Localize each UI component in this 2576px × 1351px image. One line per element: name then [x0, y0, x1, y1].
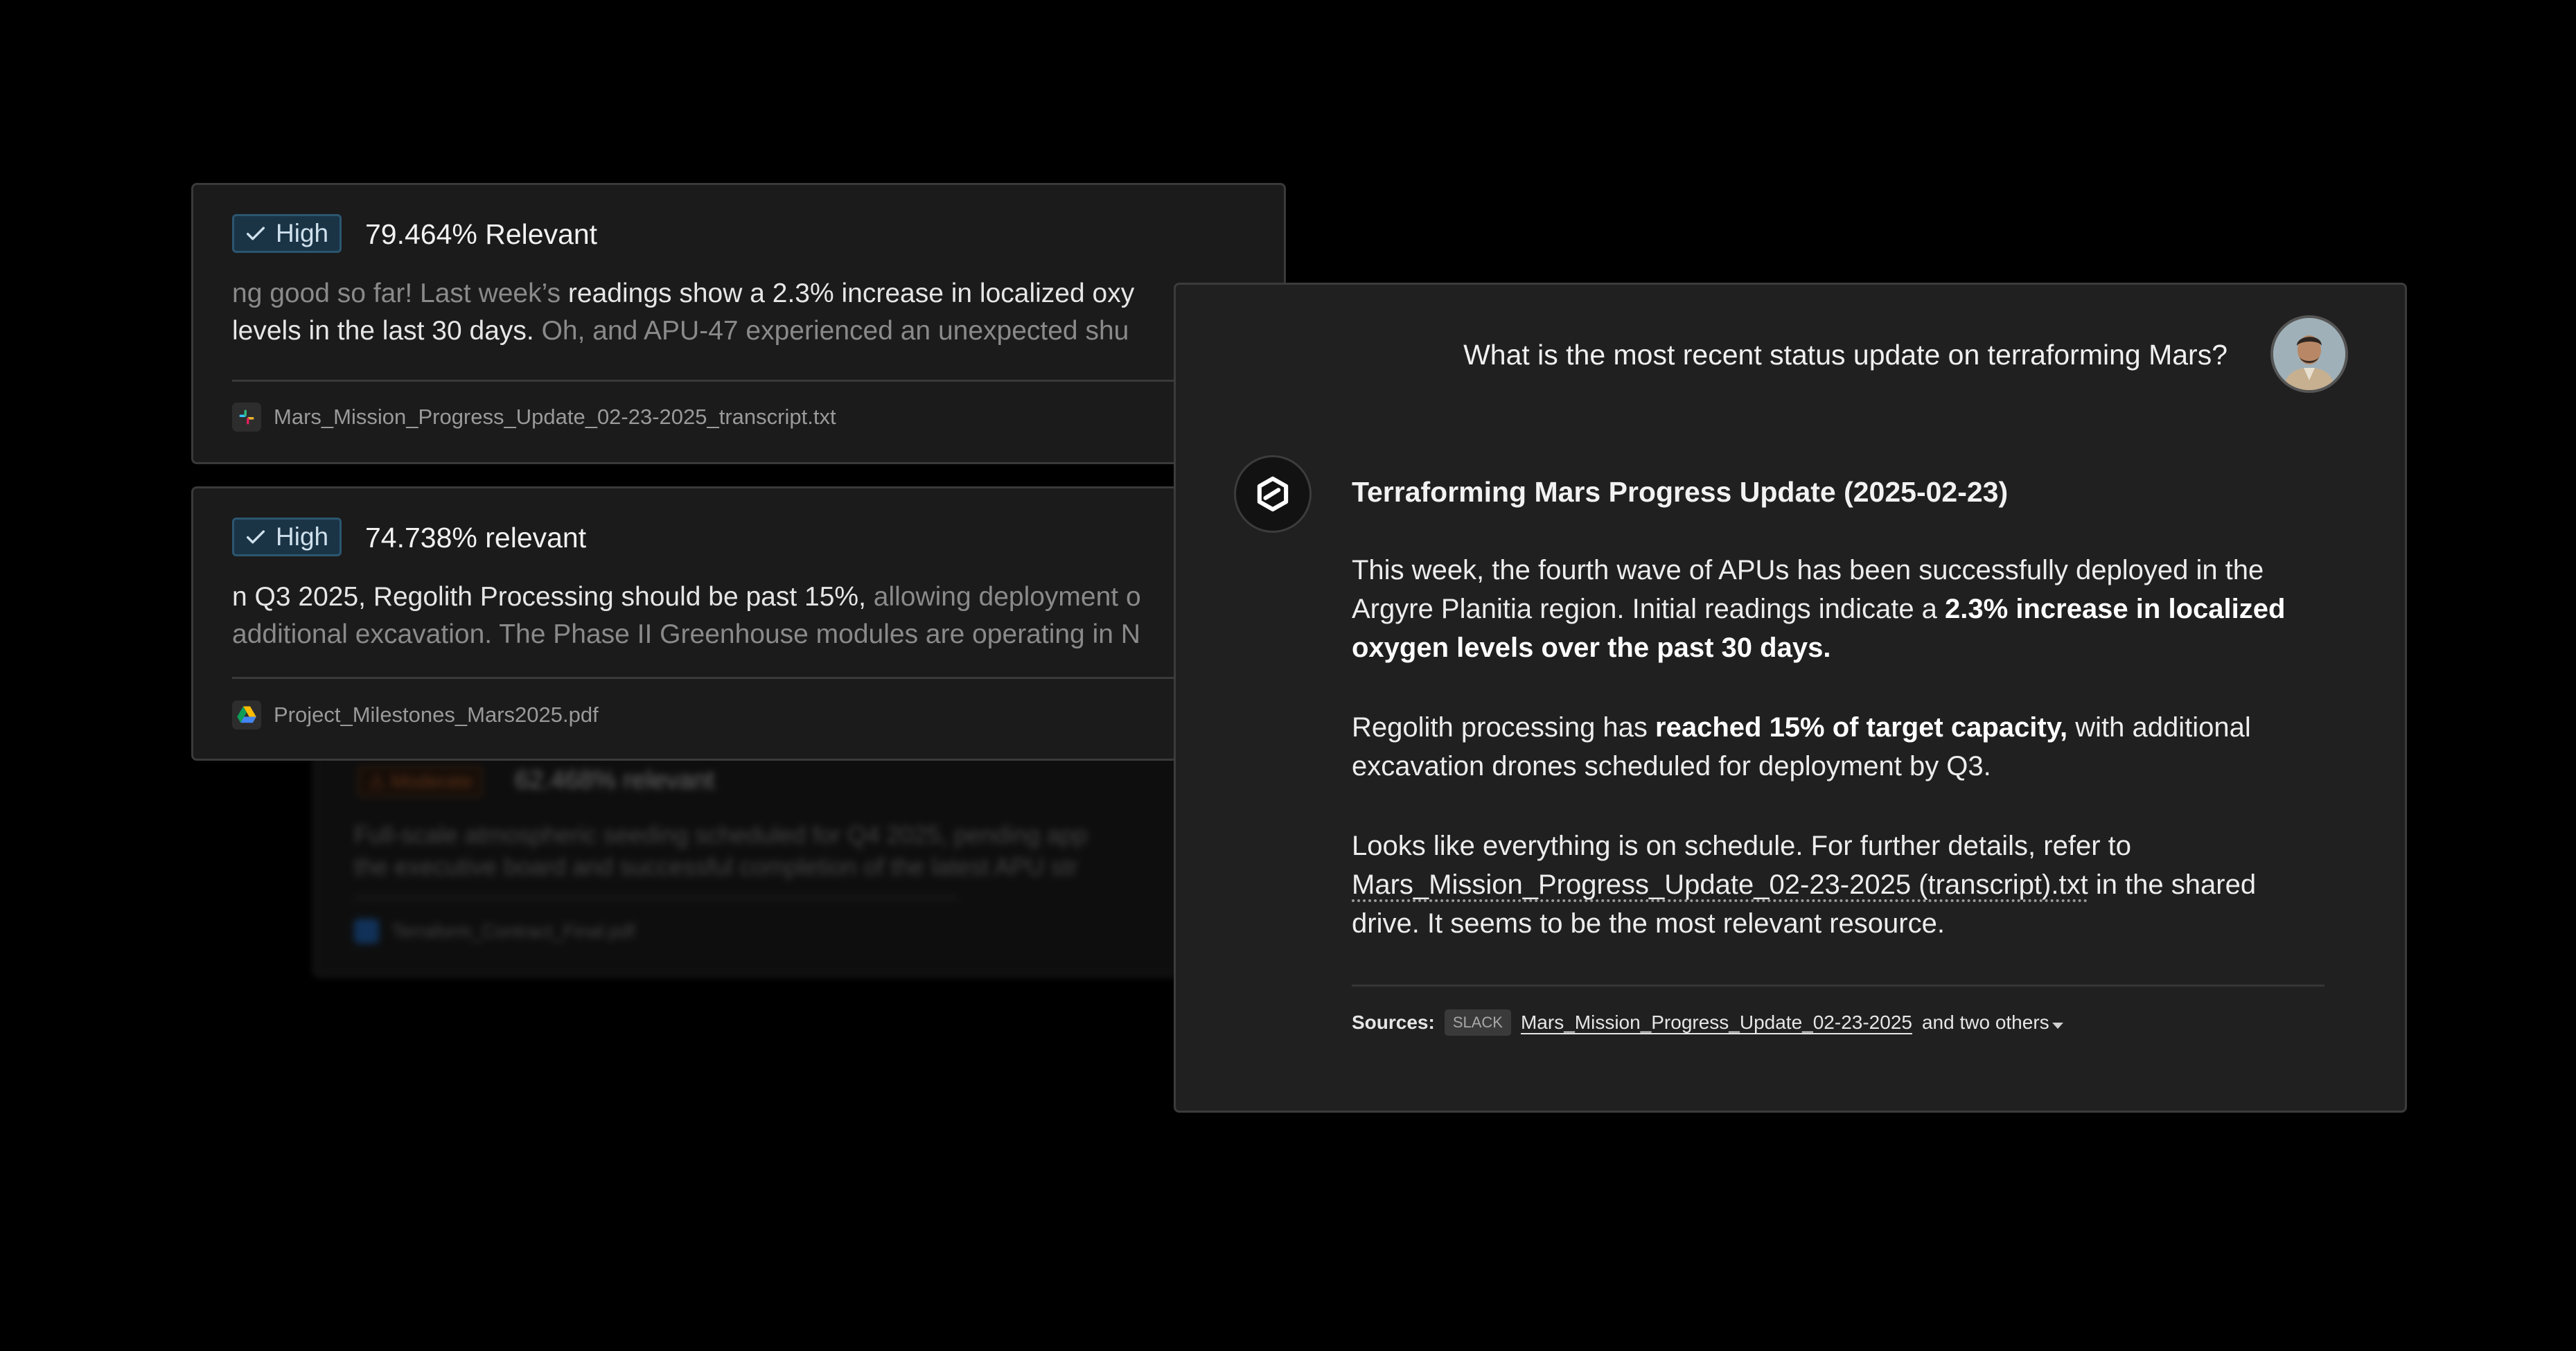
- answer-text: Argyre Planitia region. Initial readings…: [1352, 594, 1946, 624]
- answer-line: oxygen levels over the past 30 days.: [1352, 628, 2285, 667]
- snippet-highlight: levels in the last 30 days.: [232, 316, 534, 346]
- result-card-2[interactable]: High 74.738% relevant n Q3 2025, Regolit…: [191, 486, 1286, 761]
- result-snippet: ng good so far! Last week’s readings sho…: [232, 275, 1134, 350]
- google-drive-icon: [232, 700, 261, 730]
- relevance-badge-high: High: [232, 214, 342, 253]
- check-icon: [246, 530, 265, 544]
- snippet-line-2: levels in the last 30 days. Oh, and APU-…: [232, 312, 1134, 350]
- snippet-highlight: n Q3 2025, Regolith Processing should be…: [232, 582, 866, 612]
- relevance-badge-moderate: ⚠ Moderate: [358, 766, 483, 797]
- snippet-text: ng good so far! Last week’s: [232, 279, 568, 308]
- file-reference[interactable]: Mars_Mission_Progress_Update_02-23-2025_…: [232, 403, 836, 432]
- file-link[interactable]: Mars_Mission_Progress_Update_02-23-2025 …: [1352, 869, 2088, 900]
- answer-line: drive. It seems to be the most relevant …: [1352, 908, 1945, 939]
- answer-title: Terraforming Mars Progress Update (2025-…: [1352, 476, 2009, 508]
- file-name: Project_Milestones_Mars2025.pdf: [274, 703, 599, 727]
- warning-icon: ⚠: [368, 770, 386, 793]
- chat-panel: What is the most recent status update on…: [1174, 283, 2407, 1113]
- badge-label: Moderate: [391, 770, 473, 792]
- relevance-score: 79.464% Relevant: [365, 218, 598, 250]
- snippet-text: allowing deployment o: [865, 582, 1141, 612]
- snippet-line: Full-scale atmospheric seeding scheduled…: [354, 822, 1088, 849]
- sources-label: Sources:: [1352, 1012, 1435, 1033]
- file-name: Terraform_Contract_Final.pdf: [391, 920, 635, 942]
- divider: [1352, 984, 2324, 987]
- answer-line: Argyre Planitia region. Initial readings…: [1352, 590, 2285, 628]
- snippet-text: additional excavation. The Phase II Gree…: [232, 619, 1140, 649]
- document-icon: [354, 919, 379, 944]
- answer-text: in the shared: [2088, 869, 2257, 900]
- relevance-score: 74.738% relevant: [365, 522, 587, 554]
- answer-line: Looks like everything is on schedule. Fo…: [1352, 831, 2131, 861]
- answer-line: This week, the fourth wave of APUs has b…: [1352, 555, 2264, 585]
- check-icon: [246, 227, 265, 240]
- result-snippet: Full-scale atmospheric seeding scheduled…: [354, 820, 1087, 883]
- snippet-line-1: n Q3 2025, Regolith Processing should be…: [232, 579, 1141, 616]
- answer-line: excavation drones scheduled for deployme…: [1352, 751, 1991, 782]
- divider: [354, 897, 957, 899]
- answer-emphasis: oxygen levels over the past 30 days.: [1352, 633, 1831, 663]
- slack-icon: [232, 403, 261, 432]
- relevance-badge-high: High: [232, 518, 342, 556]
- assistant-logo-icon: [1234, 455, 1312, 533]
- snippet-line-1: ng good so far! Last week’s readings sho…: [232, 275, 1134, 312]
- file-name: Mars_Mission_Progress_Update_02-23-2025_…: [274, 405, 836, 429]
- snippet-line: the executive board and successful compl…: [354, 854, 1078, 881]
- user-avatar: [2270, 315, 2348, 393]
- more-sources-label: and two others: [1921, 1012, 2049, 1033]
- answer-line: Regolith processing has reached 15% of t…: [1352, 708, 2251, 747]
- source-link[interactable]: Mars_Mission_Progress_Update_02-23-2025: [1521, 1012, 1912, 1034]
- divider: [232, 380, 1258, 382]
- sources-row: Sources: SLACK Mars_Mission_Progress_Upd…: [1352, 1009, 2063, 1036]
- answer-line: Mars_Mission_Progress_Update_02-23-2025 …: [1352, 865, 2256, 904]
- answer-text: with additional: [2067, 712, 2251, 743]
- snippet-highlight: readings show a 2.3% increase in localiz…: [567, 279, 1135, 308]
- more-sources-toggle[interactable]: and two others: [1922, 1012, 2063, 1034]
- divider: [232, 677, 1258, 679]
- source-type-badge: SLACK: [1444, 1009, 1511, 1036]
- answer-text: Regolith processing has: [1352, 712, 1656, 743]
- answer-paragraph-1: This week, the fourth wave of APUs has b…: [1352, 551, 2285, 667]
- result-snippet: n Q3 2025, Regolith Processing should be…: [232, 579, 1141, 653]
- user-question: What is the most recent status update on…: [1463, 339, 2227, 371]
- relevance-score: 62.468% relevant: [515, 766, 714, 794]
- caret-down-icon: [2052, 1023, 2063, 1029]
- snippet-line-2: additional excavation. The Phase II Gree…: [232, 616, 1141, 653]
- badge-label: High: [276, 522, 329, 551]
- result-card-1[interactable]: High 79.464% Relevant ng good so far! La…: [191, 183, 1286, 464]
- badge-label: High: [276, 219, 329, 247]
- answer-emphasis: reached 15% of target capacity,: [1655, 712, 2068, 743]
- file-reference: Terraform_Contract_Final.pdf: [354, 919, 635, 944]
- answer-emphasis: 2.3% increase in localized: [1945, 594, 2286, 624]
- answer-paragraph-3: Looks like everything is on schedule. Fo…: [1352, 827, 2256, 943]
- file-reference[interactable]: Project_Milestones_Mars2025.pdf: [232, 700, 599, 730]
- answer-paragraph-2: Regolith processing has reached 15% of t…: [1352, 708, 2251, 786]
- snippet-text: Oh, and APU-47 experienced an unexpected…: [533, 316, 1129, 346]
